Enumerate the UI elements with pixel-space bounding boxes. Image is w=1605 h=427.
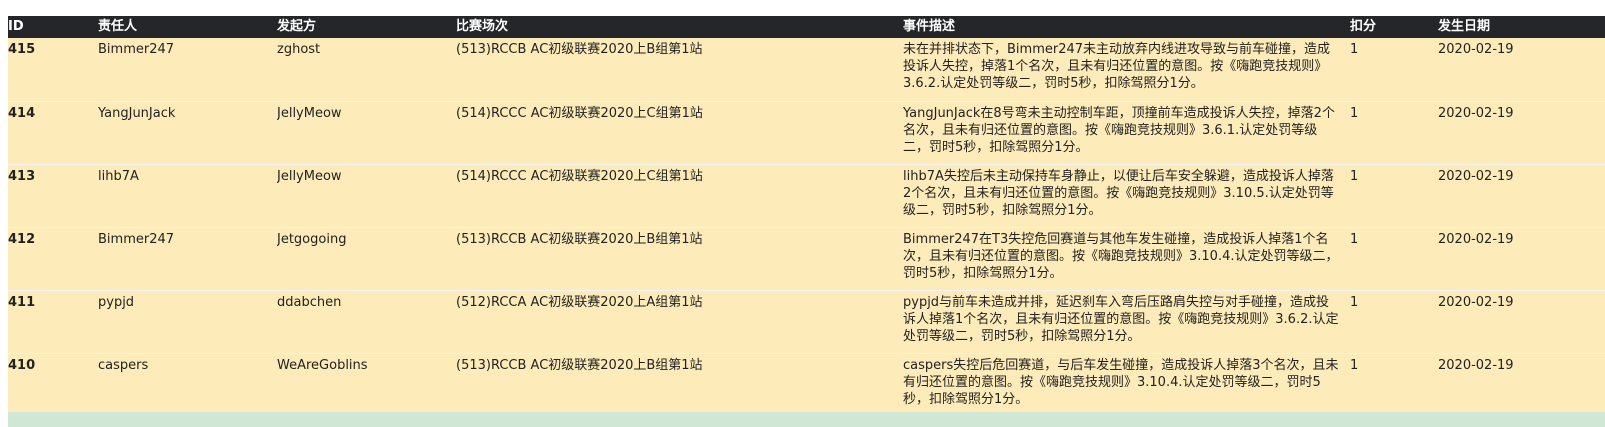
table-row[interactable]: 411 pypjd ddabchen (512)RCCA AC初级联赛2020上… (8, 289, 1605, 353)
cell-race: (512)RCCA AC初级联赛2020上A组第1站 (456, 289, 903, 353)
cell-person: pypjd (98, 289, 277, 353)
cell-description: pypjd与前车未造成并排，延迟刹车入弯后压路肩失控与对手碰撞，造成投诉人掉落1… (903, 289, 1350, 353)
cell-race: (514)RCCC AC初级联赛2020上C组第1站 (456, 163, 903, 227)
cell-person: Bimmer247 (98, 226, 277, 290)
cell-description: YangJunJack在8号弯未主动控制车距，顶撞前车造成投诉人失控，掉落2个名… (903, 100, 1350, 164)
cell-race: (513)RCCB AC初级联赛2020上B组第1站 (456, 352, 903, 416)
cell-id: 411 (8, 289, 98, 353)
cell-initiator: zghost (277, 42, 321, 57)
cell-person: lihb7A (98, 163, 277, 227)
incident-table-container: ID 责任人 发起方 比赛场次 事件描述 扣分 发生日期 415 Bimmer2… (8, 16, 1605, 416)
header-penalty[interactable]: 扣分 (1350, 16, 1438, 38)
cell-initiator: JellyMeow (277, 163, 456, 227)
cell-person: Bimmer247 (98, 42, 175, 57)
cell-date: 2020-02-19 (1438, 226, 1605, 290)
table-row[interactable]: 410 caspers WeAreGoblins (513)RCCB AC初级联… (8, 352, 1605, 416)
cell-description: caspers失控后危回赛道，与后车发生碰撞，造成投诉人掉落3个名次，且未有归还… (903, 352, 1350, 416)
header-date[interactable]: 发生日期 (1438, 16, 1605, 38)
cell-id: 415 (8, 42, 36, 57)
cell-date: 2020-02-19 (1438, 163, 1605, 227)
cell-date: 2020-02-19 (1438, 352, 1605, 416)
table-row[interactable]: 415 Bimmer247 zghost (513)RCCB AC初级联赛202… (8, 38, 1605, 101)
cell-race: (514)RCCC AC初级联赛2020上C组第1站 (456, 100, 903, 164)
table-row[interactable]: 413 lihb7A JellyMeow (514)RCCC AC初级联赛202… (8, 163, 1605, 227)
header-row: ID 责任人 发起方 比赛场次 事件描述 扣分 发生日期 (8, 16, 1605, 38)
table-row[interactable]: 412 Bimmer247 Jetgogoing (513)RCCB AC初级联… (8, 226, 1605, 290)
cell-race: (513)RCCB AC初级联赛2020上B组第1站 (456, 226, 903, 290)
cell-penalty: 1 (1350, 100, 1438, 164)
cell-person: caspers (98, 352, 277, 416)
cell-id: 414 (8, 100, 98, 164)
cell-initiator: Jetgogoing (277, 226, 456, 290)
header-person[interactable]: 责任人 (98, 16, 277, 38)
cell-penalty: 1 (1350, 226, 1438, 290)
table-body: 415 Bimmer247 zghost (513)RCCB AC初级联赛202… (8, 38, 1605, 416)
cell-date: 2020-02-19 (1438, 42, 1514, 57)
cell-description: lihb7A失控后未主动保持车身静止，以便让后车安全躲避，造成投诉人掉落2个名次… (903, 163, 1350, 227)
next-row-edge (8, 412, 1605, 427)
cell-penalty: 1 (1350, 42, 1359, 57)
cell-initiator: JellyMeow (277, 100, 456, 164)
cell-id: 412 (8, 226, 98, 290)
cell-date: 2020-02-19 (1438, 100, 1605, 164)
cell-penalty: 1 (1350, 289, 1438, 353)
cell-penalty: 1 (1350, 163, 1438, 227)
cell-id: 410 (8, 352, 98, 416)
cell-initiator: WeAreGoblins (277, 352, 456, 416)
cell-description: Bimmer247在T3失控危回赛道与其他车发生碰撞，造成投诉人掉落1个名次，且… (903, 226, 1350, 290)
incident-table: ID 责任人 发起方 比赛场次 事件描述 扣分 发生日期 415 Bimmer2… (8, 16, 1605, 416)
cell-penalty: 1 (1350, 352, 1438, 416)
cell-id: 413 (8, 163, 98, 227)
cell-race: (513)RCCB AC初级联赛2020上B组第1站 (456, 42, 703, 57)
header-race[interactable]: 比赛场次 (456, 16, 903, 38)
cell-initiator: ddabchen (277, 289, 456, 353)
table-row[interactable]: 414 YangJunJack JellyMeow (514)RCCC AC初级… (8, 100, 1605, 164)
cell-description: 未在并排状态下，Bimmer247未主动放弃内线进攻导致与前车碰撞，造成投诉人失… (903, 42, 1331, 91)
cell-date: 2020-02-19 (1438, 289, 1605, 353)
header-initiator[interactable]: 发起方 (277, 16, 456, 38)
header-description[interactable]: 事件描述 (903, 16, 1350, 38)
header-id[interactable]: ID (8, 16, 98, 38)
table-header: ID 责任人 发起方 比赛场次 事件描述 扣分 发生日期 (8, 16, 1605, 38)
cell-person: YangJunJack (98, 100, 277, 164)
